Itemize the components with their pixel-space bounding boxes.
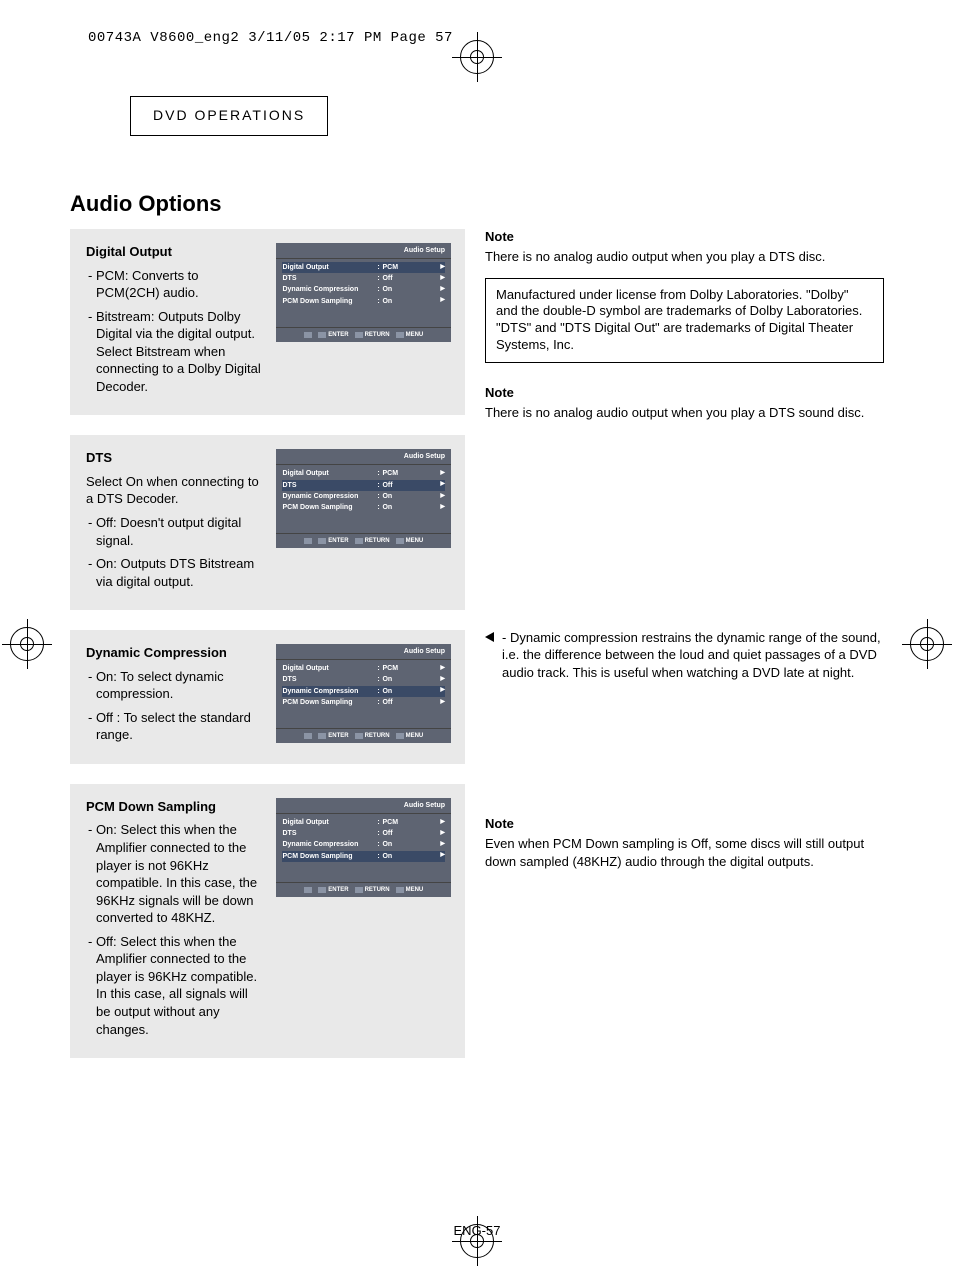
osd-menu: MENU [406,538,424,544]
osd-digital-output: Audio Setup Digital Output:PCM▶DTS:Off▶D… [276,243,451,342]
osd-dc: Audio Setup Digital Output:PCM▶DTS:On▶Dy… [276,644,451,743]
dc-note-text: Dynamic compression restrains the dynami… [502,630,881,680]
block-dynamic-compression: Dynamic Compression - On: To select dyna… [70,630,465,764]
osd-row: DTS:Off▶ [282,828,445,839]
note-heading-3: Note [485,816,884,831]
page-title: Audio Options [70,191,884,217]
osd-title: Audio Setup [404,453,445,460]
osd-enter: ENTER [328,887,348,893]
osd-row: DTS:Off▶ [282,480,445,491]
osd-pcm: Audio Setup Digital Output:PCM▶DTS:Off▶D… [276,798,451,897]
osd-row: Digital Output:PCM▶ [282,663,445,674]
osd-return: RETURN [365,538,390,544]
osd-row: Digital Output:PCM▶ [282,262,445,273]
crop-mark-top [460,40,494,74]
osd-dts: Audio Setup Digital Output:PCM▶DTS:Off▶D… [276,449,451,548]
osd-enter: ENTER [328,538,348,544]
osd-menu: MENU [406,332,424,338]
dc-side-note: - Dynamic compression restrains the dyna… [485,629,884,682]
note-3: Even when PCM Down sampling is Off, some… [485,835,884,870]
osd-menu: MENU [406,887,424,893]
digital-output-heading: Digital Output [86,243,262,261]
osd-title: Audio Setup [404,247,445,254]
note-2: There is no analog audio output when you… [485,404,884,422]
section-tab: DVD OPERATIONS [130,96,328,136]
osd-row: Dynamic Compression:On▶ [282,839,445,850]
dts-heading: DTS [86,449,262,467]
dts-b1: - Off: Doesn't output digital signal. [86,514,262,549]
osd-row: Digital Output:PCM▶ [282,468,445,479]
legal-box: Manufactured under license from Dolby La… [485,278,884,364]
dc-b1: - On: To select dynamic compression. [86,668,262,703]
osd-enter: ENTER [328,733,348,739]
osd-row: Digital Output:PCM▶ [282,817,445,828]
note-heading-2: Note [485,385,884,400]
pcm-heading: PCM Down Sampling [86,798,262,816]
right-column: Note There is no analog audio output whe… [485,229,884,1078]
pcm-b1: - On: Select this when the Amplifier con… [86,821,262,926]
osd-row: DTS:On▶ [282,674,445,685]
dc-b2: - Off : To select the standard range. [86,709,262,744]
pcm-b2: - Off: Select this when the Amplifier co… [86,933,262,1038]
block-digital-output: Digital Output - PCM: Converts to PCM(2C… [70,229,465,415]
legal-text: Manufactured under license from Dolby La… [496,287,862,353]
page-number: ENG-57 [0,1223,954,1238]
left-column: Digital Output - PCM: Converts to PCM(2C… [70,229,465,1078]
osd-row: PCM Down Sampling:On▶ [282,296,445,307]
note-heading-1: Note [485,229,884,244]
block-pcm: PCM Down Sampling - On: Select this when… [70,784,465,1058]
osd-row: Dynamic Compression:On▶ [282,491,445,502]
osd-return: RETURN [365,733,390,739]
dc-heading: Dynamic Compression [86,644,262,662]
dts-intro: Select On when connecting to a DTS Decod… [86,473,262,508]
crop-mark-right [910,627,944,661]
osd-row: PCM Down Sampling:On▶ [282,502,445,513]
osd-row: DTS:Off▶ [282,273,445,284]
page: 00743A V8600_eng2 3/11/05 2:17 PM Page 5… [0,0,954,1288]
osd-menu: MENU [406,733,424,739]
osd-row: PCM Down Sampling:On▶ [282,851,445,862]
dts-b2: - On: Outputs DTS Bitstream via digital … [86,555,262,590]
osd-row: PCM Down Sampling:Off▶ [282,697,445,708]
block-dts: DTS Select On when connecting to a DTS D… [70,435,465,610]
osd-title: Audio Setup [404,802,445,809]
osd-enter: ENTER [328,332,348,338]
triangle-left-icon [485,632,494,642]
crop-mark-left [10,627,44,661]
osd-row: Dynamic Compression:On▶ [282,284,445,295]
osd-row: Dynamic Compression:On▶ [282,686,445,697]
osd-title: Audio Setup [404,648,445,655]
digital-output-b1: - PCM: Converts to PCM(2CH) audio. [86,267,262,302]
digital-output-b2: - Bitstream: Outputs Dolby Digital via t… [86,308,262,396]
osd-return: RETURN [365,887,390,893]
note-1: There is no analog audio output when you… [485,248,884,266]
osd-return: RETURN [365,332,390,338]
section-tab-label: DVD OPERATIONS [153,107,305,123]
